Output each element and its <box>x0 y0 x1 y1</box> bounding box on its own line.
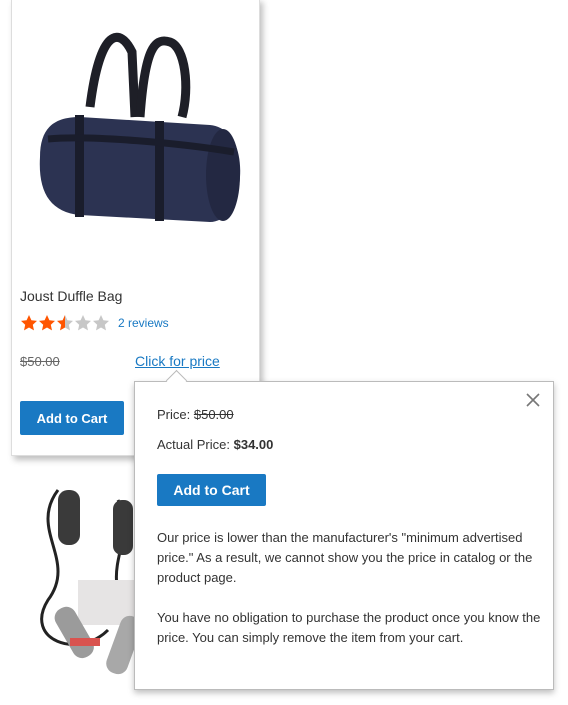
star-icon <box>21 315 37 331</box>
popup-price-label: Price: <box>157 407 191 422</box>
rating-stars <box>20 314 110 332</box>
price-popup: Price: $50.00 Actual Price: $34.00 Add t… <box>134 369 554 690</box>
popup-message: Our price is lower than the manufacturer… <box>157 528 541 668</box>
star-icon <box>39 315 55 331</box>
popup-add-to-cart-button[interactable]: Add to Cart <box>157 474 266 506</box>
star-icon <box>93 315 109 331</box>
add-to-cart-button[interactable]: Add to Cart <box>20 401 124 435</box>
popup-message-2: You have no obligation to purchase the p… <box>157 610 541 645</box>
popup-actual-price: Actual Price: $34.00 <box>157 437 273 452</box>
product-rating: 2 reviews <box>20 314 169 332</box>
popup-price-value: $50.00 <box>193 407 234 422</box>
popup-price: Price: $50.00 <box>157 407 234 422</box>
popup-actual-label: Actual Price: <box>157 437 230 452</box>
star-icon <box>57 315 73 331</box>
click-for-price-link[interactable]: Click for price <box>135 353 220 369</box>
popup-actual-value: $34.00 <box>233 437 274 452</box>
popup-message-1: Our price is lower than the manufacturer… <box>157 530 533 585</box>
star-icon <box>75 315 91 331</box>
product-name[interactable]: Joust Duffle Bag <box>20 288 122 304</box>
close-icon[interactable] <box>524 391 542 409</box>
duffle-bag-image[interactable] <box>20 7 250 247</box>
old-price: $50.00 <box>20 354 60 369</box>
reviews-link[interactable]: 2 reviews <box>118 316 169 330</box>
